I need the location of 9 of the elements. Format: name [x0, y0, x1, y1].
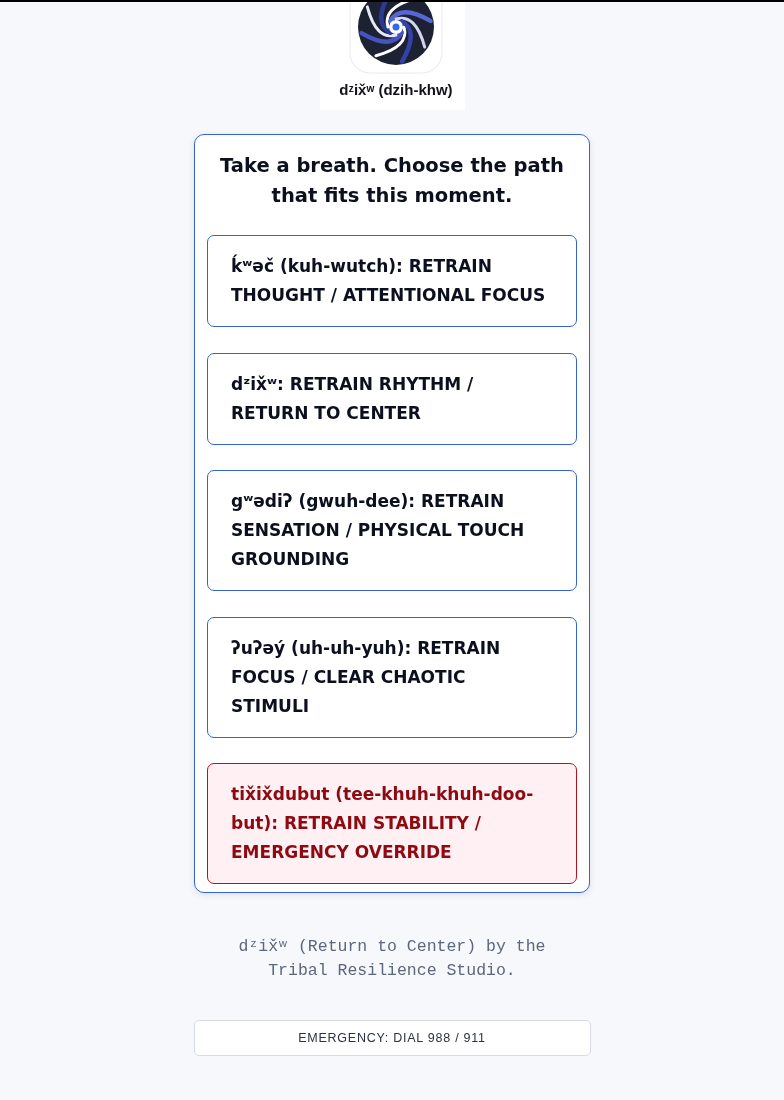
path-option-button[interactable]: ʔuʔəý (uh-uh-yuh): RETRAIN FOCUS / CLEAR CHAOTIC STIMULI	[207, 616, 577, 738]
emergency-option-button[interactable]: tix̌ix̌dubut (tee-khuh-khuh-doo-but): RETRAIN STABILITY / EMERGENCY OVERRIDE	[207, 763, 577, 884]
path-option-button[interactable]: ḱʷəč (kuh-wutch): RETRAIN THOUGHT / ATTENTIONAL FOCUS	[207, 235, 577, 327]
emergency-dial-button[interactable]: EMERGENCY: DIAL 988 / 911	[193, 1020, 591, 1056]
path-option-button[interactable]: dᶻix̌ʷ: RETRAIN RHYTHM / RETURN TO CENTER	[207, 352, 577, 445]
credit-text: dᶻix̌ʷ (Return to Center) by the Tribal Resilience Studio.	[237, 936, 547, 982]
path-option-button[interactable]: gʷədiʔ (gwuh-dee): RETRAIN SENSATION / PHYSICAL TOUCH GROUNDING	[207, 470, 577, 591]
app-name: dᶻix̌ʷ (dzih-khw)	[339, 80, 453, 100]
card-title: Take a breath. Choose the path that fits this moment.	[219, 153, 565, 209]
